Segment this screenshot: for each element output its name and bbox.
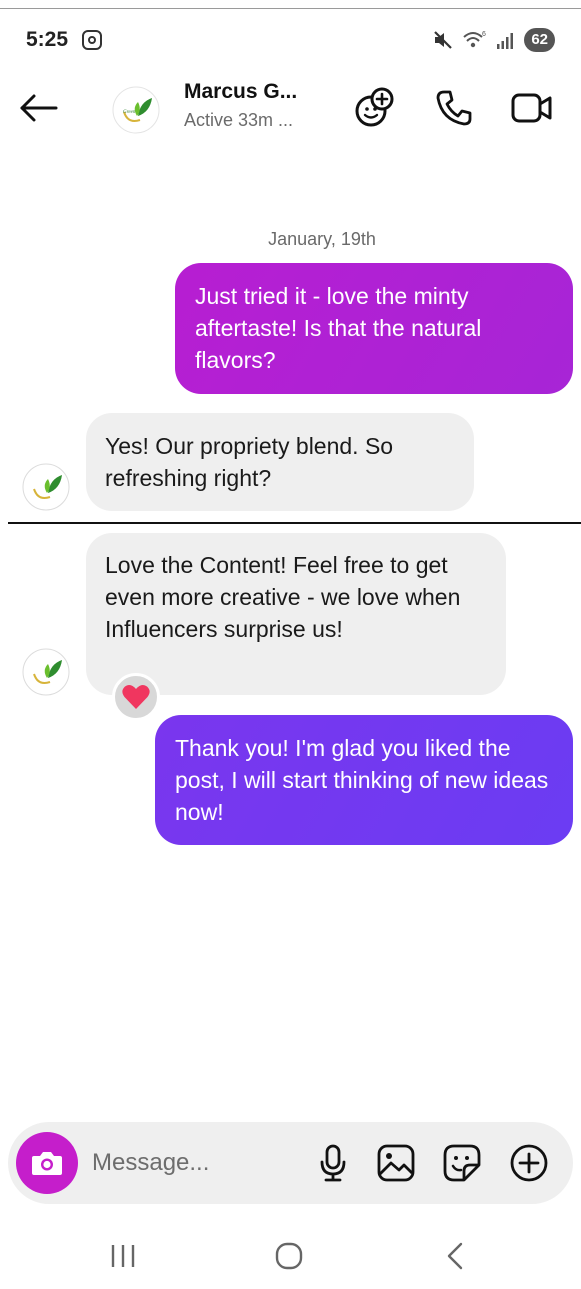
home-icon [275, 1242, 303, 1270]
contact-avatar[interactable]: Green [112, 86, 160, 134]
status-bar: 5:25 6 62 [0, 22, 581, 58]
top-edge-line [0, 8, 581, 9]
battery-badge: 62 [524, 28, 555, 52]
add-icon [510, 1144, 548, 1182]
camera-button[interactable] [16, 1132, 78, 1194]
conversation-divider [8, 522, 581, 524]
system-back-button[interactable] [430, 1236, 480, 1276]
sticker-icon [443, 1144, 481, 1182]
camera-icon [32, 1152, 62, 1175]
voice-call-button[interactable] [430, 84, 478, 132]
add-effect-button[interactable] [350, 84, 398, 132]
add-effect-icon [355, 87, 394, 127]
message-bubble-incoming[interactable]: Yes! Our propriety blend. So refreshing … [86, 413, 474, 511]
mute-icon [434, 31, 453, 49]
more-options-button[interactable] [506, 1140, 552, 1186]
message-bubble-outgoing[interactable]: Just tried it - love the minty aftertast… [175, 263, 573, 394]
sticker-button[interactable] [439, 1140, 485, 1186]
wifi-icon: 6 [463, 31, 486, 48]
gallery-icon [377, 1144, 415, 1182]
back-button[interactable] [16, 86, 60, 130]
video-call-button[interactable] [508, 84, 556, 132]
date-separator: January, 19th [268, 229, 376, 249]
back-arrow-icon [20, 94, 58, 122]
recent-apps-button[interactable] [98, 1236, 148, 1276]
contact-active-status: Active 33m ... [184, 110, 294, 130]
message-text: Just tried it - love the minty aftertast… [195, 283, 482, 373]
message-reaction[interactable] [112, 673, 160, 721]
message-text: Love the Content! Feel free to get even … [105, 552, 461, 642]
message-composer [8, 1122, 573, 1204]
home-button[interactable] [264, 1236, 314, 1276]
phone-icon [436, 90, 472, 126]
heart-icon [122, 684, 150, 709]
contact-avatar-small [22, 463, 70, 511]
message-text: Thank you! I'm glad you liked the post, … [175, 735, 549, 825]
message-input[interactable] [92, 1143, 302, 1183]
svg-text:6: 6 [482, 31, 486, 38]
svg-text:Green: Green [123, 110, 136, 115]
recent-apps-icon [111, 1245, 135, 1267]
voice-message-button[interactable] [310, 1140, 356, 1186]
microphone-icon [320, 1144, 346, 1182]
contact-name[interactable]: Marcus G... [184, 80, 297, 104]
video-camera-icon [511, 93, 552, 123]
signal-icon [497, 33, 514, 49]
message-bubble-incoming[interactable]: Love the Content! Feel free to get even … [86, 533, 506, 695]
status-time: 5:25 [26, 28, 69, 51]
contact-avatar-small [22, 648, 70, 696]
system-navigation-bar [0, 1226, 581, 1289]
message-bubble-outgoing[interactable]: Thank you! I'm glad you liked the post, … [155, 715, 573, 845]
chat-header: Green Marcus G... Active 33m ... [0, 70, 581, 146]
message-text: Yes! Our propriety blend. So refreshing … [105, 433, 394, 491]
back-icon [447, 1242, 463, 1270]
instagram-notification-icon [82, 30, 102, 50]
status-indicators: 6 62 [432, 26, 555, 54]
gallery-button[interactable] [373, 1140, 419, 1186]
